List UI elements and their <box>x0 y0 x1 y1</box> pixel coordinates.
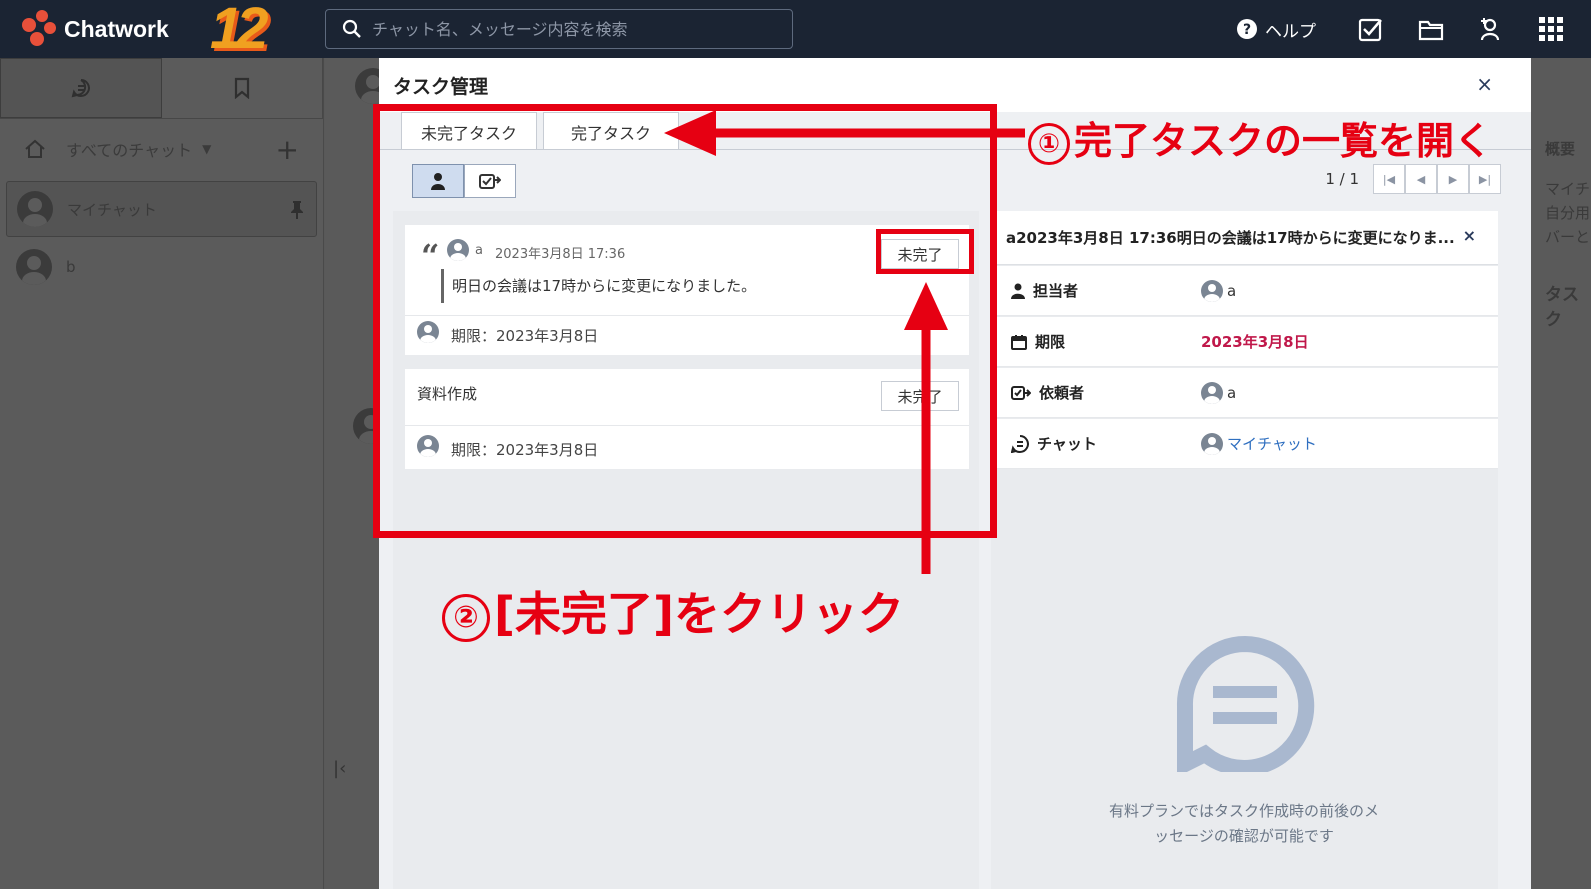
brand-name: Chatwork <box>64 15 169 42</box>
last-page-icon[interactable]: ▶| <box>1469 164 1501 194</box>
modal-title: タスク管理 <box>393 75 489 98</box>
search-box[interactable] <box>325 9 793 49</box>
chat-room-name: マイチャット <box>1227 435 1317 453</box>
task-detail-panel: a2023年3月8日 17:36明日の会議は17時からに変更になりま... × … <box>991 211 1498 889</box>
chat-bubble-icon <box>71 79 90 98</box>
sidebar-tabs <box>0 58 323 119</box>
upgrade-notice-line: ッセージの確認が可能です <box>1154 827 1334 845</box>
chatwork-logo[interactable]: Chatwork <box>22 10 169 48</box>
detail-row-chat: チャット マイチャット <box>991 419 1498 469</box>
prev-page-icon[interactable]: ◀ <box>1405 164 1437 194</box>
annotation-step2: ② [未完了]をクリック <box>442 578 904 644</box>
first-page-icon[interactable]: |◀ <box>1373 164 1405 194</box>
detail-row-due: 期限 2023年3月8日 <box>991 317 1498 367</box>
room-name: マイチャット <box>67 200 157 219</box>
room-name: b <box>66 258 76 276</box>
filter-label: すべてのチャット <box>66 141 193 160</box>
task-checkbox-icon[interactable] <box>1358 16 1384 42</box>
page-indicator: 1 / 1 <box>1325 170 1359 188</box>
help-icon: ? <box>1237 19 1257 39</box>
chatwork-logo-icon <box>22 10 60 48</box>
anniversary-badge: 12 <box>210 0 268 61</box>
bookmark-icon <box>234 77 250 99</box>
room-info-edge: 概要 マイチ 自分用 バーと タスク <box>1531 58 1591 889</box>
detail-label: チャット <box>1037 435 1097 453</box>
step-number-2: ② <box>442 593 490 642</box>
collapse-icon[interactable]: |‹ <box>333 758 346 779</box>
room-info-peek: タスク <box>1545 285 1579 330</box>
detail-label: 依頼者 <box>1039 384 1085 402</box>
room-info-peek: 概要 <box>1545 140 1576 158</box>
tab-bookmarks[interactable] <box>162 58 323 118</box>
annotation-highlight-tasks <box>373 104 997 538</box>
upgrade-notice-line: 有料プランではタスク作成時の前後のメ <box>1108 802 1379 820</box>
pin-icon[interactable] <box>290 200 304 220</box>
annotation-step1: ① 完了タスクの一覧を開く <box>1028 110 1492 165</box>
search-input[interactable] <box>372 19 772 39</box>
assign-task-icon <box>1011 385 1031 400</box>
chat-sidebar: すべてのチャット ▼ + マイチャット b <box>0 58 324 889</box>
chat-room-link[interactable]: マイチャット <box>1201 432 1317 455</box>
avatar <box>1201 432 1223 455</box>
avatar <box>16 249 52 285</box>
room-info-peek: 自分用 <box>1545 204 1591 222</box>
room-item-b[interactable]: b <box>0 239 323 295</box>
next-page-icon[interactable]: ▶ <box>1437 164 1469 194</box>
room-info-peek: マイチ <box>1545 180 1591 198</box>
avatar <box>1201 279 1223 302</box>
message-context-icon <box>1176 636 1315 772</box>
person-icon <box>1011 283 1025 299</box>
search-icon <box>342 19 361 38</box>
room-info-peek: バーと <box>1545 228 1591 246</box>
avatar <box>1201 381 1223 404</box>
room-item-mychat[interactable]: マイチャット <box>6 181 317 237</box>
calendar-icon <box>1011 334 1027 350</box>
svg-text:?: ? <box>1243 22 1251 38</box>
folder-icon[interactable] <box>1418 16 1444 42</box>
chat-timeline-edge: |‹ <box>325 58 391 889</box>
pagination: 1 / 1 |◀ ◀ ▶ ▶| <box>1325 164 1501 194</box>
caret-down-icon: ▼ <box>202 142 212 156</box>
assignee-name: a <box>1227 281 1237 300</box>
step-number-1: ① <box>1028 122 1070 165</box>
top-bar: Chatwork 12 ? ヘルプ <box>0 0 1591 61</box>
help-link[interactable]: ? ヘルプ <box>1237 0 1316 58</box>
add-chat-icon[interactable]: + <box>276 133 299 166</box>
home-icon <box>25 139 45 158</box>
requester-name: a <box>1227 383 1237 402</box>
annotation-step1-text: 完了タスクの一覧を開く <box>1074 119 1493 163</box>
chat-filter[interactable]: すべてのチャット ▼ + <box>0 119 323 179</box>
add-contact-icon[interactable] <box>1478 16 1504 42</box>
close-icon[interactable]: × <box>1476 72 1493 96</box>
annotation-step2-text: [未完了]をクリック <box>494 587 905 641</box>
chat-bubble-icon <box>1011 434 1029 453</box>
annotation-highlight-button <box>876 229 974 274</box>
task-detail-header: a2023年3月8日 17:36明日の会議は17時からに変更になりま... × <box>991 211 1498 265</box>
apps-grid-icon[interactable] <box>1538 16 1564 42</box>
due-date-value: 2023年3月8日 <box>1201 333 1309 351</box>
tab-chats[interactable] <box>0 58 162 118</box>
detail-row-assignee: 担当者 a <box>991 266 1498 316</box>
help-label: ヘルプ <box>1265 21 1316 42</box>
close-icon[interactable]: × <box>1463 226 1476 245</box>
task-detail-title: a2023年3月8日 17:36明日の会議は17時からに変更になりま... <box>1006 229 1455 247</box>
upgrade-notice: 有料プランではタスク作成時の前後のメ ッセージの確認が可能です <box>1079 799 1409 849</box>
detail-label: 期限 <box>1035 333 1066 351</box>
detail-label: 担当者 <box>1033 282 1079 300</box>
detail-row-requester: 依頼者 a <box>991 368 1498 418</box>
avatar <box>17 191 53 227</box>
